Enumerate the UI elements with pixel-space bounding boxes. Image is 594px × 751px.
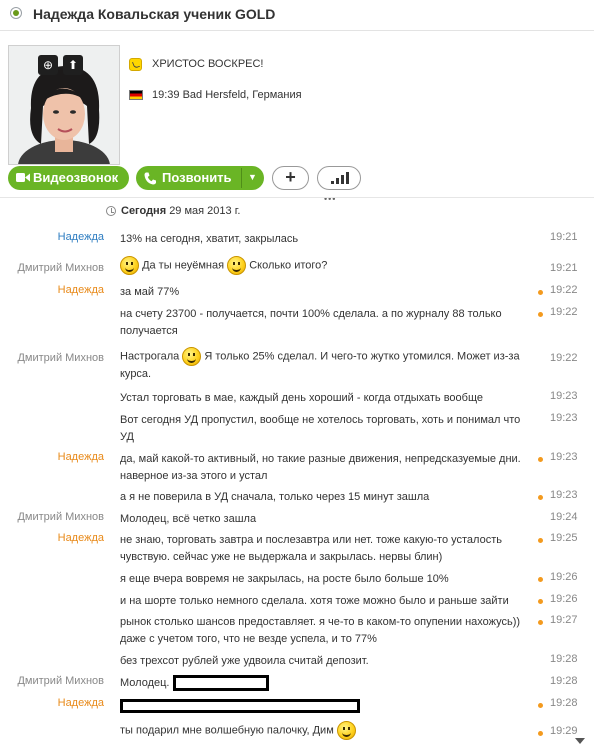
message-text: Да ты неуёмная	[142, 259, 225, 272]
message-text: да, май какой-то активный, но такие разн…	[120, 453, 521, 482]
message-text: рынок столько шансов предоставляет. я че…	[120, 616, 521, 645]
scroll-down-arrow-icon[interactable]	[575, 738, 585, 744]
redaction-box	[120, 699, 360, 714]
smiley-emoticon-icon	[120, 256, 139, 275]
pending-delivery-dot-icon	[538, 312, 543, 317]
message-time: 19:26	[550, 571, 578, 583]
message-time: 19:23	[550, 412, 578, 424]
message-time: 19:29	[550, 725, 578, 737]
message-time: 19:21	[550, 231, 578, 243]
message-text: на счету 23700 - получается, почти 100% …	[120, 308, 502, 337]
message-sender[interactable]: Дмитрий Михнов	[17, 352, 104, 364]
message-text: а я не поверила в УД сначала, только чер…	[120, 491, 430, 503]
redaction-box	[172, 675, 269, 692]
message-text: Молодец.	[120, 677, 170, 689]
message-time: 19:23	[550, 390, 578, 402]
message-text: Я только 25% сделал. И чего-то жутко уто…	[120, 350, 520, 380]
message-sender[interactable]: Дмитрий Михнов	[17, 675, 104, 687]
smiley-emoticon-icon	[336, 721, 356, 740]
pending-delivery-dot-icon	[538, 290, 543, 295]
pending-delivery-dot-icon	[538, 495, 543, 500]
message-time: 19:26	[550, 593, 578, 605]
message-time: 19:28	[550, 653, 578, 665]
message-sender[interactable]: Дмитрий Михнов	[17, 262, 104, 274]
smiley-emoticon-icon	[182, 347, 202, 366]
message-text: Устал торговать в мае, каждый день хорош…	[120, 392, 484, 404]
message-sender[interactable]: Дмитрий Михнов	[17, 511, 104, 523]
pending-delivery-dot-icon	[538, 577, 543, 582]
message-text: Сколько итого?	[249, 259, 328, 272]
message-time: 19:25	[550, 532, 578, 544]
message-time: 19:23	[550, 489, 578, 501]
message-sender[interactable]: Надежда	[58, 532, 104, 544]
message-text: ты подарил мне волшебную палочку, Дим	[120, 724, 334, 737]
message-time: 19:22	[550, 284, 578, 296]
message-text: за май 77%	[120, 286, 180, 298]
message-text: Вот сегодня УД пропустил, вообще не хоте…	[120, 414, 521, 443]
message-text: Молодец, всё четко зашла	[120, 513, 257, 525]
message-time: 19:22	[550, 306, 578, 318]
message-time: 19:27	[550, 614, 578, 626]
message-time: 19:23	[550, 451, 578, 463]
pending-delivery-dot-icon	[538, 703, 543, 708]
smiley-emoticon-icon	[227, 256, 247, 275]
message-time: 19:28	[550, 697, 578, 709]
message-text: я еще вчера вовремя не закрылась, на рос…	[120, 573, 449, 585]
message-text: 13% на сегодня, хватит, закрылась	[120, 233, 299, 245]
pending-delivery-dot-icon	[538, 620, 543, 625]
chat-history: Надежда 13% на сегодня, хватит, закрылас…	[0, 0, 594, 751]
pending-delivery-dot-icon	[538, 599, 543, 604]
message-text: Настрогала	[120, 350, 180, 363]
pending-delivery-dot-icon	[538, 538, 543, 543]
message-time: 19:22	[550, 352, 578, 364]
message-sender[interactable]: Надежда	[58, 697, 104, 709]
message-sender[interactable]: Надежда	[58, 451, 104, 463]
message-sender[interactable]: Надежда	[58, 231, 104, 243]
message-sender[interactable]: Надежда	[58, 284, 104, 296]
message-text: без трехсот рублей уже удвоила считай де…	[120, 655, 369, 667]
message-time: 19:24	[550, 511, 578, 523]
pending-delivery-dot-icon	[538, 731, 543, 736]
message-text: не знаю, торговать завтра и послезавтра …	[120, 534, 502, 563]
message-time: 19:28	[550, 675, 578, 687]
pending-delivery-dot-icon	[538, 457, 543, 462]
message-text: и на шорте только немного сделала. хотя …	[120, 595, 509, 607]
message-time: 19:21	[550, 262, 578, 274]
